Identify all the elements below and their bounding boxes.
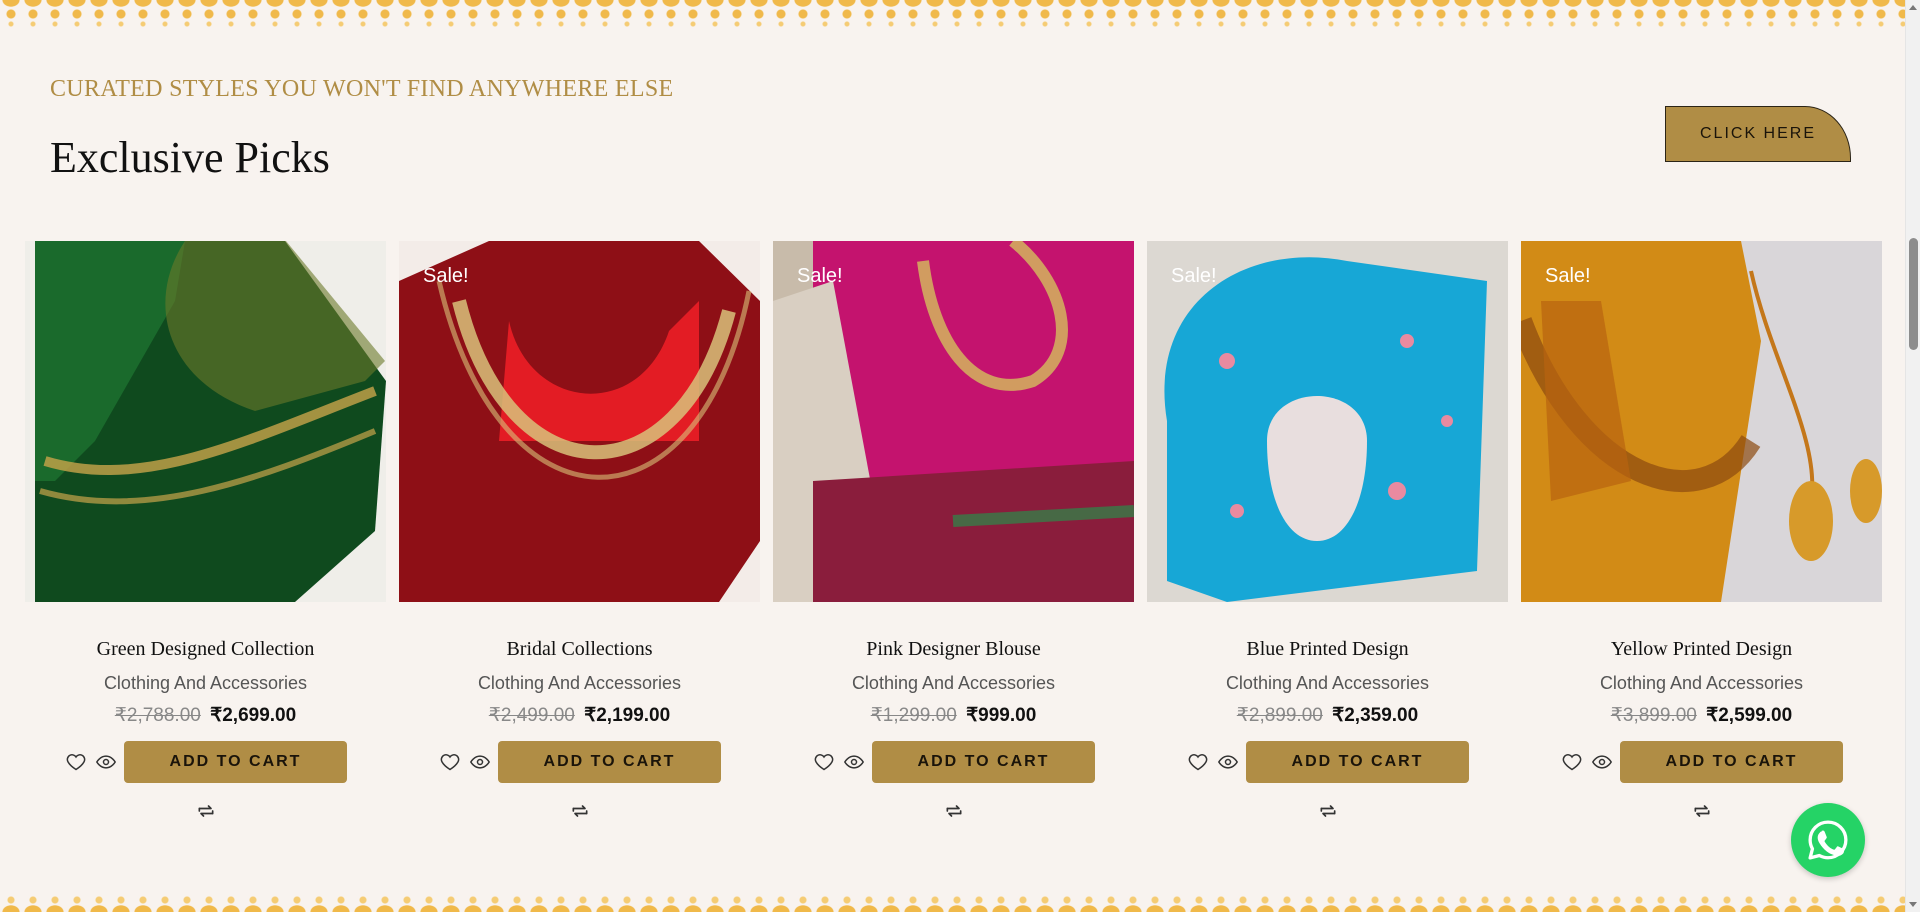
compare-icon[interactable] bbox=[1316, 799, 1340, 823]
eye-icon[interactable] bbox=[842, 750, 866, 774]
add-to-cart-button[interactable]: ADD TO CART bbox=[124, 741, 347, 783]
product-title[interactable]: Blue Printed Design bbox=[1246, 638, 1408, 661]
product-image[interactable]: Sale! bbox=[773, 241, 1134, 602]
add-to-cart-button[interactable]: ADD TO CART bbox=[1620, 741, 1843, 783]
heart-icon[interactable] bbox=[438, 750, 462, 774]
product-image[interactable]: Sale! bbox=[1147, 241, 1508, 602]
sale-badge: Sale! bbox=[1171, 265, 1217, 287]
page-scrollbar[interactable] bbox=[1905, 0, 1920, 912]
decorative-border-bottom bbox=[0, 895, 1905, 912]
product-card: Sale! Pink Designer Blouse Clothing And … bbox=[773, 241, 1134, 823]
heart-icon[interactable] bbox=[64, 750, 88, 774]
scroll-down-icon[interactable] bbox=[1909, 902, 1917, 907]
product-grid: Green Designed Collection Clothing And A… bbox=[25, 241, 1882, 823]
product-price: ₹3,899.00 ₹2,599.00 bbox=[1611, 704, 1792, 727]
original-price: ₹1,299.00 bbox=[870, 705, 957, 726]
product-title[interactable]: Yellow Printed Design bbox=[1611, 638, 1792, 661]
product-image[interactable] bbox=[25, 241, 386, 602]
section-eyebrow: CURATED STYLES YOU WON'T FIND ANYWHERE E… bbox=[50, 76, 674, 102]
compare-icon[interactable] bbox=[942, 799, 966, 823]
product-actions: ADD TO CART bbox=[812, 741, 1095, 783]
eye-icon[interactable] bbox=[468, 750, 492, 774]
heart-icon[interactable] bbox=[1186, 750, 1210, 774]
original-price: ₹3,899.00 bbox=[1610, 705, 1697, 726]
product-actions: ADD TO CART bbox=[438, 741, 721, 783]
product-category[interactable]: Clothing And Accessories bbox=[1600, 673, 1803, 694]
product-image[interactable]: Sale! bbox=[1521, 241, 1882, 602]
product-actions: ADD TO CART bbox=[64, 741, 347, 783]
compare-icon[interactable] bbox=[194, 799, 218, 823]
product-price: ₹2,899.00 ₹2,359.00 bbox=[1237, 704, 1418, 727]
heart-icon[interactable] bbox=[812, 750, 836, 774]
add-to-cart-button[interactable]: ADD TO CART bbox=[1246, 741, 1469, 783]
product-actions: ADD TO CART bbox=[1186, 741, 1469, 783]
click-here-button[interactable]: CLICK HERE bbox=[1665, 106, 1851, 162]
product-title[interactable]: Bridal Collections bbox=[506, 638, 652, 661]
sale-price: ₹2,599.00 bbox=[1706, 705, 1793, 726]
compare-icon[interactable] bbox=[1690, 799, 1714, 823]
product-price: ₹2,499.00 ₹2,199.00 bbox=[489, 704, 670, 727]
eye-icon[interactable] bbox=[94, 750, 118, 774]
sale-badge: Sale! bbox=[423, 265, 469, 287]
product-actions: ADD TO CART bbox=[1560, 741, 1843, 783]
whatsapp-icon[interactable] bbox=[1791, 803, 1865, 877]
compare-icon[interactable] bbox=[568, 799, 592, 823]
section-heading: Exclusive Picks bbox=[50, 133, 330, 182]
decorative-border-top bbox=[0, 0, 1905, 32]
product-card: Sale! Yellow Printed Design Clothing And… bbox=[1521, 241, 1882, 823]
eye-icon[interactable] bbox=[1216, 750, 1240, 774]
sale-price: ₹2,359.00 bbox=[1332, 705, 1419, 726]
sale-badge: Sale! bbox=[1545, 265, 1591, 287]
original-price: ₹2,899.00 bbox=[1236, 705, 1323, 726]
sale-price: ₹2,199.00 bbox=[584, 705, 671, 726]
product-category[interactable]: Clothing And Accessories bbox=[852, 673, 1055, 694]
sale-price: ₹2,699.00 bbox=[210, 705, 297, 726]
product-category[interactable]: Clothing And Accessories bbox=[104, 673, 307, 694]
product-category[interactable]: Clothing And Accessories bbox=[1226, 673, 1429, 694]
original-price: ₹2,499.00 bbox=[488, 705, 575, 726]
product-image[interactable]: Sale! bbox=[399, 241, 760, 602]
sale-price: ₹999.00 bbox=[966, 705, 1037, 726]
original-price: ₹2,788.00 bbox=[114, 705, 201, 726]
product-price: ₹1,299.00 ₹999.00 bbox=[871, 704, 1037, 727]
product-title[interactable]: Pink Designer Blouse bbox=[866, 638, 1040, 661]
sale-badge: Sale! bbox=[797, 265, 843, 287]
product-category[interactable]: Clothing And Accessories bbox=[478, 673, 681, 694]
scroll-up-icon[interactable] bbox=[1909, 5, 1917, 10]
product-price: ₹2,788.00 ₹2,699.00 bbox=[115, 704, 296, 727]
product-card: Green Designed Collection Clothing And A… bbox=[25, 241, 386, 823]
product-card: Sale! Bridal Collections Clothing And Ac… bbox=[399, 241, 760, 823]
heart-icon[interactable] bbox=[1560, 750, 1584, 774]
add-to-cart-button[interactable]: ADD TO CART bbox=[872, 741, 1095, 783]
add-to-cart-button[interactable]: ADD TO CART bbox=[498, 741, 721, 783]
eye-icon[interactable] bbox=[1590, 750, 1614, 774]
product-title[interactable]: Green Designed Collection bbox=[97, 638, 315, 661]
product-card: Sale! Blue Printed Design Clothing And A… bbox=[1147, 241, 1508, 823]
scrollbar-thumb[interactable] bbox=[1909, 238, 1918, 350]
